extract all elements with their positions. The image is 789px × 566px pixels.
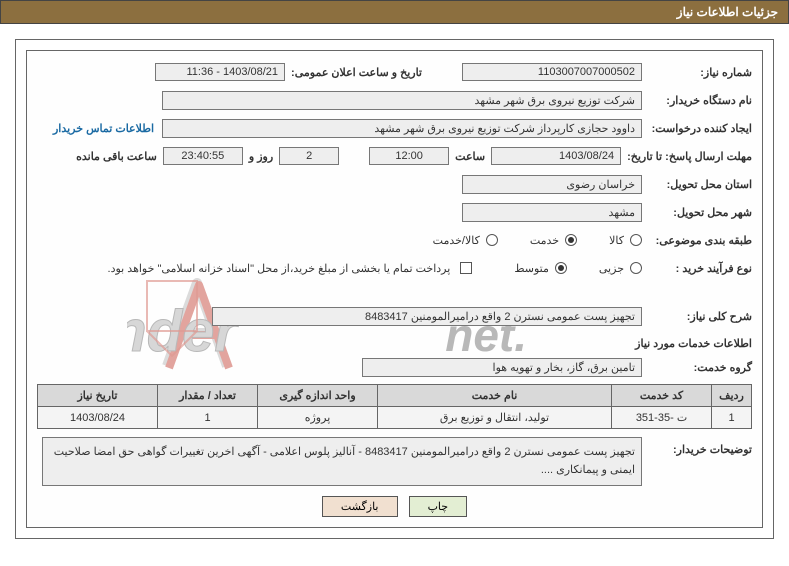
radio-partial[interactable] [630,262,642,274]
th-unit: واحد اندازه گیری [258,385,378,407]
page-title-bar: جزئیات اطلاعات نیاز [0,0,789,24]
label-remaining: ساعت باقی مانده [70,150,163,163]
label-province: استان محل تحویل: [642,178,752,191]
link-buyer-contact[interactable]: اطلاعات تماس خریدار [53,122,154,135]
content-area: شماره نیاز: 1103007007000502 تاریخ و ساع… [37,61,752,486]
field-days-left: 2 [279,147,339,165]
th-date: تاریخ نیاز [38,385,158,407]
button-row: چاپ بازگشت [37,496,752,517]
td-code: ت -35-351 [612,407,712,429]
label-cat-goods-service: کالا/خدمت [433,234,480,247]
back-button[interactable]: بازگشت [322,496,398,517]
td-unit: پروژه [258,407,378,429]
label-need-no: شماره نیاز: [642,66,752,79]
label-category: طبقه بندی موضوعی: [642,234,752,247]
label-buyer-notes: توضیحات خریدار: [642,437,752,456]
row-city: شهر محل تحویل: مشهد [37,201,752,223]
row-need-desc: شرح کلی نیاز: تجهیز پست عمومی نسترن 2 وا… [37,305,752,327]
table-row: 1 ت -35-351 تولید، انتقال و توزیع برق پر… [38,407,752,429]
label-hour: ساعت [449,150,491,163]
row-category: طبقه بندی موضوعی: کالا خدمت کالا/خدمت [37,229,752,251]
field-deadline-time: 12:00 [369,147,449,165]
row-buyer-notes: توضیحات خریدار: تجهیز پست عمومی نسترن 2 … [37,437,752,486]
label-service-group: گروه خدمت: [642,361,752,374]
field-need-no: 1103007007000502 [462,63,642,81]
th-name: نام خدمت [378,385,612,407]
field-time-left: 23:40:55 [163,147,243,165]
field-service-group: تامین برق، گاز، بخار و تهویه هوا [362,358,642,377]
row-buy-type: نوع فرآیند خرید : جزیی متوسط پرداخت تمام… [37,257,752,279]
radio-medium[interactable] [555,262,567,274]
td-qty: 1 [158,407,258,429]
row-need-no: شماره نیاز: 1103007007000502 تاریخ و ساع… [37,61,752,83]
field-buyer-notes: تجهیز پست عمومی نسترن 2 واقع درامیرالموم… [42,437,642,486]
radio-service[interactable] [565,234,577,246]
radio-goods[interactable] [630,234,642,246]
section-services-info: اطلاعات خدمات مورد نیاز [37,337,752,350]
outer-frame: riaTender .net شماره نیاز: 1103007007000… [15,39,774,539]
label-buy-type: نوع فرآیند خرید : [642,262,752,275]
field-city: مشهد [462,203,642,222]
services-table: ردیف کد خدمت نام خدمت واحد اندازه گیری ت… [37,384,752,429]
print-button[interactable]: چاپ [409,496,468,517]
label-deadline: مهلت ارسال پاسخ: تا تاریخ: [621,150,752,163]
td-name: تولید، انتقال و توزیع برق [378,407,612,429]
services-table-wrap: ردیف کد خدمت نام خدمت واحد اندازه گیری ت… [37,384,752,429]
label-buyer-org: نام دستگاه خریدار: [642,94,752,107]
td-date: 1403/08/24 [38,407,158,429]
row-province: استان محل تحویل: خراسان رضوی [37,173,752,195]
row-requester: ایجاد کننده درخواست: داوود حجازی کارپردا… [37,117,752,139]
th-code: کد خدمت [612,385,712,407]
label-cat-goods: کالا [609,234,624,247]
checkbox-treasury[interactable] [460,262,472,274]
label-days-and: روز و [243,150,279,163]
row-buyer-org: نام دستگاه خریدار: شرکت توزیع نیروی برق … [37,89,752,111]
field-date-time: 1403/08/21 - 11:36 [155,63,285,81]
radio-goods-service[interactable] [486,234,498,246]
label-treasury: پرداخت تمام یا بخشی از مبلغ خرید،از محل … [108,262,455,275]
page-title: جزئیات اطلاعات نیاز [677,5,778,19]
field-province: خراسان رضوی [462,175,642,194]
label-buy-medium: متوسط [514,262,549,275]
table-header-row: ردیف کد خدمت نام خدمت واحد اندازه گیری ت… [38,385,752,407]
label-buy-partial: جزیی [599,262,624,275]
th-row: ردیف [712,385,752,407]
inner-frame: riaTender .net شماره نیاز: 1103007007000… [26,50,763,528]
row-deadline: مهلت ارسال پاسخ: تا تاریخ: 1403/08/24 سا… [37,145,752,167]
label-need-desc: شرح کلی نیاز: [642,310,752,323]
label-date-time: تاریخ و ساعت اعلان عمومی: [285,66,422,79]
field-deadline-date: 1403/08/24 [491,147,621,165]
label-city: شهر محل تحویل: [642,206,752,219]
label-requester: ایجاد کننده درخواست: [642,122,752,135]
field-buyer-org: شرکت توزیع نیروی برق شهر مشهد [162,91,642,110]
field-requester: داوود حجازی کارپرداز شرکت توزیع نیروی بر… [162,119,642,138]
th-qty: تعداد / مقدار [158,385,258,407]
row-service-group: گروه خدمت: تامین برق، گاز، بخار و تهویه … [37,356,752,378]
td-row: 1 [712,407,752,429]
label-cat-service: خدمت [530,234,559,247]
field-need-desc: تجهیز پست عمومی نسترن 2 واقع درامیرالموم… [212,307,642,326]
